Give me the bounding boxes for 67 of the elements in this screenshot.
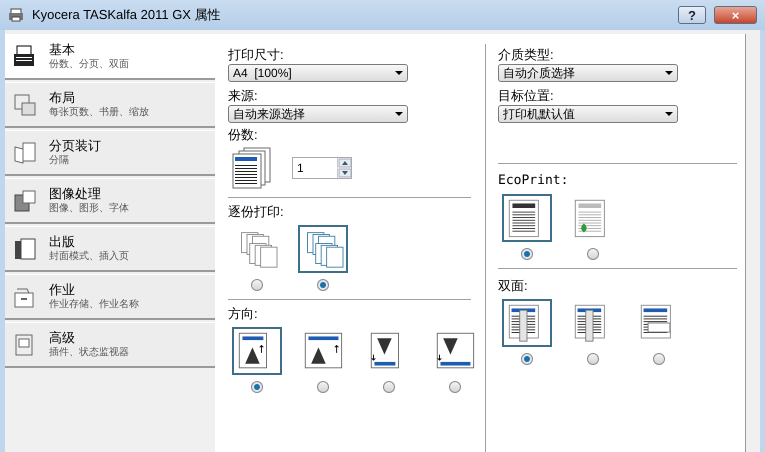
tab-subtitle: 作业存储、作业名称 <box>49 298 139 312</box>
tab-title: 高级 <box>49 329 76 346</box>
sidebar-tab[interactable]: 出版 封面模式、插入页 <box>5 226 215 272</box>
radio-button[interactable] <box>521 248 533 260</box>
tab-icon <box>13 92 37 116</box>
help-button[interactable]: ? <box>678 6 706 24</box>
option-tile[interactable] <box>232 327 282 375</box>
tab-icon <box>13 44 37 68</box>
sidebar-tab[interactable]: 作业 作业存储、作业名称 <box>5 274 215 320</box>
tab-subtitle: 封面模式、插入页 <box>49 250 129 264</box>
field-label: 介质类型: <box>498 46 555 64</box>
sidebar-tab[interactable]: 基本 份数、分页、双面 <box>5 34 215 80</box>
tab-subtitle: 插件、状态监视器 <box>49 346 129 360</box>
radio-button[interactable] <box>587 248 599 260</box>
tab-icon <box>13 188 37 212</box>
tab-title: 作业 <box>49 281 76 298</box>
copies-spinner[interactable]: 1 <box>292 157 352 179</box>
sidebar-tab[interactable]: 图像处理 图像、图形、字体 <box>5 178 215 224</box>
tab-icon <box>13 236 37 260</box>
sidebar-tab[interactable]: 布局 每张页数、书册、缩放 <box>5 82 215 128</box>
caret-icon <box>665 71 673 75</box>
printer-icon <box>8 8 24 22</box>
caret-icon <box>395 112 403 116</box>
spin-up-icon[interactable] <box>338 158 352 168</box>
dropdown[interactable]: 打印机默认值 <box>498 105 678 123</box>
tab-title: 出版 <box>49 233 76 250</box>
tab-title: 布局 <box>49 89 76 106</box>
radio-button[interactable] <box>317 279 329 291</box>
radio-button[interactable] <box>251 381 263 393</box>
caret-icon <box>395 71 403 75</box>
section-label: EcoPrint: <box>498 172 570 190</box>
radio-button[interactable] <box>383 381 395 393</box>
field-label: 份数: <box>228 126 259 144</box>
tab-title: 图像处理 <box>49 185 102 202</box>
dropdown[interactable]: A4 [100%] <box>228 64 408 82</box>
option-tile[interactable] <box>298 225 348 273</box>
field-label: 目标位置: <box>498 87 555 105</box>
radio-button[interactable] <box>587 353 599 365</box>
tab-subtitle: 图像、图形、字体 <box>49 202 129 216</box>
tab-title: 基本 <box>49 40 76 58</box>
caret-icon <box>665 112 673 116</box>
option-tile[interactable] <box>502 299 552 347</box>
section-label: 双面: <box>498 277 529 295</box>
tab-subtitle: 分隔 <box>49 154 70 168</box>
section-label: 方向: <box>228 305 259 323</box>
section-label: 逐份打印: <box>228 203 285 221</box>
document-stack-icon <box>232 147 272 189</box>
field-label: 来源: <box>228 87 259 105</box>
tab-subtitle: 份数、分页、双面 <box>49 58 129 72</box>
window-title: Kyocera TASKalfa 2011 GX 属性 <box>32 6 222 24</box>
radio-button[interactable] <box>317 381 329 393</box>
page-layout-icon <box>302 331 344 371</box>
page-layout-icon <box>434 331 476 371</box>
spin-down-icon[interactable] <box>338 168 352 178</box>
radio-button[interactable] <box>521 353 533 365</box>
tab-icon <box>13 140 37 164</box>
sidebar-tab[interactable]: 高级 插件、状态监视器 <box>5 322 215 368</box>
radio-button[interactable] <box>449 381 461 393</box>
field-label: 打印尺寸: <box>228 46 285 64</box>
radio-button[interactable] <box>251 279 263 291</box>
tab-title: 分页装订 <box>49 137 101 154</box>
radio-button[interactable] <box>653 353 665 365</box>
sidebar-tab[interactable]: 分页装订 分隔 <box>5 130 215 176</box>
dropdown[interactable]: 自动来源选择 <box>228 105 408 123</box>
tab-subtitle: 每张页数、书册、缩放 <box>49 106 149 120</box>
dropdown[interactable]: 自动介质选择 <box>498 64 678 82</box>
option-tile[interactable] <box>502 194 552 242</box>
